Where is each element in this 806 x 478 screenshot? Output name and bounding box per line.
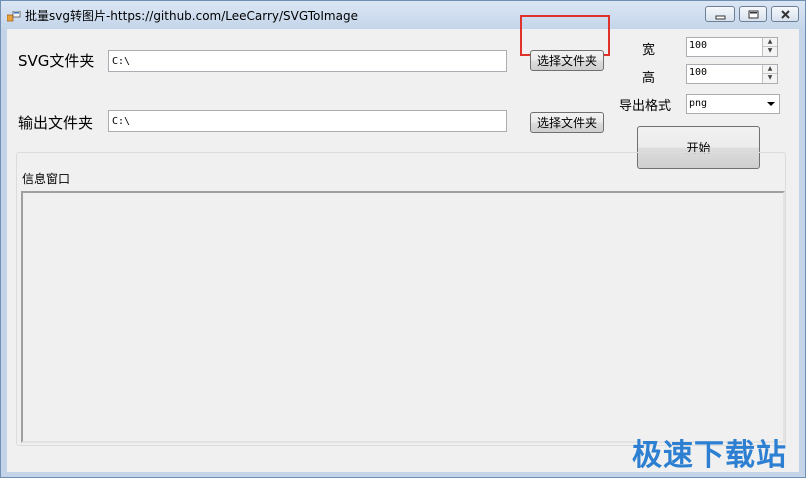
close-button[interactable] (771, 6, 799, 22)
chevron-down-icon[interactable]: ▼ (763, 47, 777, 56)
width-label: 宽 (642, 43, 656, 58)
format-select[interactable]: png (686, 94, 780, 114)
minimize-button[interactable] (705, 6, 735, 22)
browse-output-folder-button[interactable]: 选择文件夹 (530, 112, 604, 133)
info-group-title: 信息窗口 (20, 170, 73, 187)
title-bar[interactable]: 批量svg转图片-https://github.com/LeeCarry/SVG… (1, 1, 805, 28)
close-icon (781, 10, 790, 19)
browse-svg-folder-button[interactable]: 选择文件夹 (530, 50, 604, 71)
width-stepper[interactable]: 100 ▲ ▼ (686, 37, 778, 57)
format-value: png (689, 98, 708, 109)
output-folder-label: 输出文件夹 (18, 114, 94, 132)
height-stepper[interactable]: 100 ▲ ▼ (686, 64, 778, 84)
maximize-icon (748, 10, 759, 19)
log-output-area[interactable] (21, 191, 785, 443)
height-value: 100 (689, 67, 708, 78)
output-folder-input[interactable]: C:\ (108, 110, 507, 132)
window-title: 批量svg转图片-https://github.com/LeeCarry/SVG… (25, 9, 358, 23)
chevron-down-icon[interactable]: ▼ (763, 74, 777, 83)
format-label: 导出格式 (619, 99, 672, 114)
watermark-logo: 极速下载站 (632, 438, 787, 473)
dropdown-arrow-icon (767, 102, 775, 106)
chevron-up-icon[interactable]: ▲ (763, 65, 777, 74)
maximize-button[interactable] (739, 6, 767, 22)
minimize-icon (715, 15, 726, 20)
chevron-up-icon[interactable]: ▲ (763, 38, 777, 47)
width-stepper-arrows[interactable]: ▲ ▼ (762, 38, 777, 56)
svg-folder-input[interactable]: C:\ (108, 50, 507, 72)
app-icon (6, 8, 21, 22)
height-label: 高 (642, 71, 656, 86)
height-stepper-arrows[interactable]: ▲ ▼ (762, 65, 777, 83)
width-value: 100 (689, 40, 708, 51)
svg-folder-label: SVG文件夹 (18, 52, 95, 70)
